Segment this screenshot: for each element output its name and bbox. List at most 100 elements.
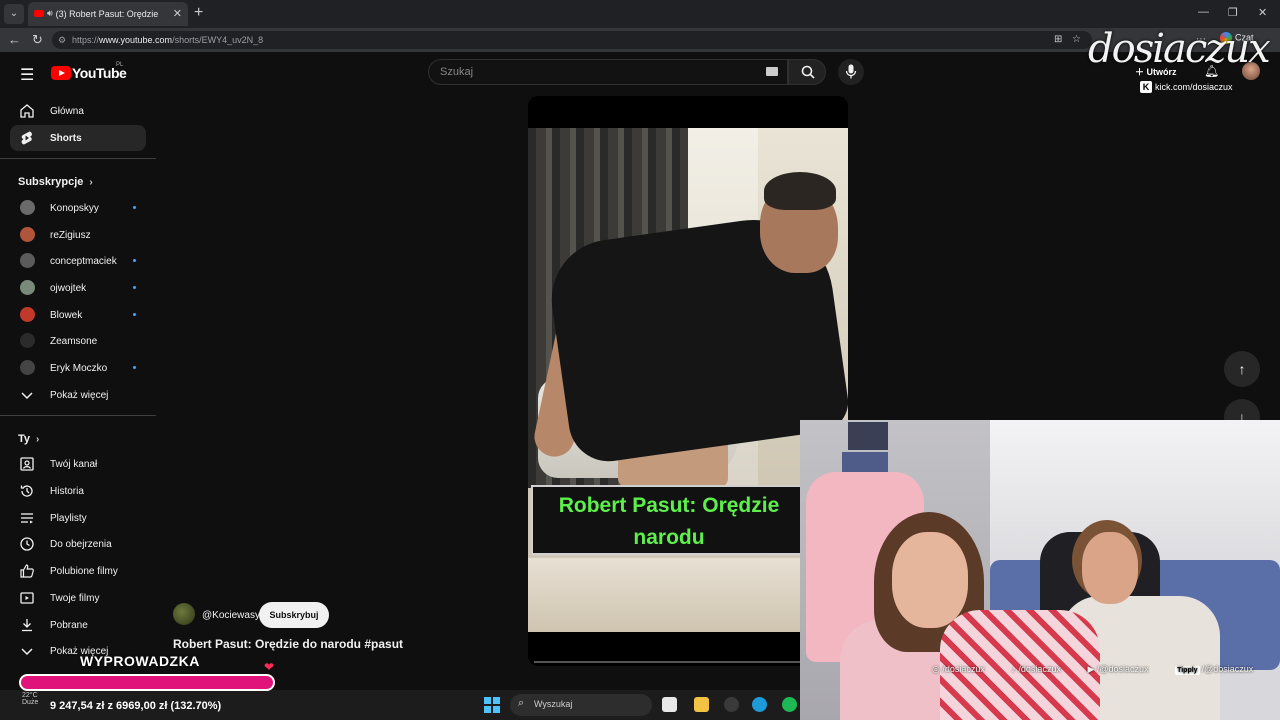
tipply-badge: Tipply <box>1175 666 1200 675</box>
video-title[interactable]: Robert Pasut: Orędzie do narodu #pasut <box>173 637 403 651</box>
close-window-icon[interactable]: ✕ <box>1258 6 1267 19</box>
youtube-favicon-icon <box>34 10 44 18</box>
kick-icon: K <box>1140 81 1152 93</box>
channel-name[interactable]: @Kociewasy <box>202 610 260 621</box>
video-person-hair <box>764 172 836 210</box>
app-icon[interactable] <box>724 697 739 712</box>
sidebar-item-subscription[interactable]: Eryk Moczko <box>10 355 146 381</box>
sidebar-item-your-channel[interactable]: Twój kanał <box>10 451 146 477</box>
tab-title: (3) Robert Pasut: Orędzie do narodu #pas… <box>55 8 160 19</box>
url-field[interactable]: ⚙ https://www.youtube.com/shorts/EWY4_uv… <box>52 31 1092 49</box>
playlists-icon <box>21 513 33 524</box>
sidebar-item-label: Blowek <box>50 310 83 321</box>
caption-line-2: narodu <box>633 526 705 549</box>
sidebar-item-label: reZigiusz <box>50 230 91 241</box>
voice-search-button[interactable] <box>838 59 864 85</box>
subscriptions-header[interactable]: Subskrypcje › <box>18 176 93 188</box>
maximize-icon[interactable]: ❐ <box>1228 6 1238 19</box>
task-view-icon[interactable] <box>662 697 677 712</box>
goal-amount: 9 247,54 zł z 6969,00 zł (132.70%) <box>50 700 222 712</box>
sidebar-item-label: Główna <box>50 106 84 117</box>
site-info-icon[interactable]: ⚙ <box>58 35 66 46</box>
sidebar-item-subscription[interactable]: conceptmaciek <box>10 248 146 274</box>
caption-line-1: Robert Pasut: Orędzie <box>558 494 780 517</box>
tipply-handle: Tipply/@dosiaczux <box>1175 664 1254 675</box>
install-app-icon[interactable]: ⊞ <box>1054 34 1062 45</box>
you-header[interactable]: Ty › <box>18 433 39 445</box>
sidebar-item-home[interactable]: Główna <box>10 98 146 124</box>
subscriptions-header-label: Subskrypcje <box>18 176 84 188</box>
sidebar-item-subscription[interactable]: ojwojtek <box>10 275 146 301</box>
browser-tab[interactable]: 🔊︎(3) Robert Pasut: Orędzie do narodu #p… <box>28 2 188 26</box>
search-icon <box>801 65 815 79</box>
your-videos-icon <box>20 592 34 604</box>
webcam-poster <box>842 452 888 474</box>
new-tab-button[interactable]: + <box>194 4 203 22</box>
webcam-person-1-face <box>892 532 968 628</box>
video-progress-bar[interactable] <box>534 661 800 663</box>
sidebar-item-playlists[interactable]: Playlisty <box>10 505 146 531</box>
youtube-logo[interactable]: YouTube PL <box>51 62 131 82</box>
sidebar-item-history[interactable]: Historia <box>10 478 146 504</box>
menu-hamburger-icon[interactable]: ☰ <box>20 65 34 85</box>
close-tab-icon[interactable]: ✕ <box>173 7 182 20</box>
weather-temp: 22°C <box>22 692 38 699</box>
microphone-icon <box>845 64 857 79</box>
windows-start-icon[interactable] <box>484 697 500 713</box>
weather-widget[interactable]: 22°C Duże <box>22 692 38 706</box>
sidebar-item-label: Zeamsone <box>50 336 98 347</box>
channel-avatar <box>20 307 35 322</box>
speaker-icon[interactable]: 🔊︎ <box>47 8 53 19</box>
sidebar-item-your-videos[interactable]: Twoje filmy <box>10 585 146 611</box>
sidebar-item-label: Twoje filmy <box>50 593 100 604</box>
new-content-dot <box>133 286 136 289</box>
webcam-overlay <box>800 420 1280 720</box>
sidebar: Główna Shorts Subskrypcje › Konopskyy reZ… <box>0 96 156 657</box>
previous-short-button[interactable]: ↑ <box>1224 351 1260 387</box>
sidebar-item-subscription[interactable]: Zeamsone <box>10 328 146 354</box>
sidebar-item-label: ojwojtek <box>50 283 87 294</box>
url-host: www.youtube.com <box>99 35 173 45</box>
sidebar-item-subscription[interactable]: Konopskyy <box>10 195 146 221</box>
subscribe-button[interactable]: Subskrybuj <box>259 602 329 628</box>
new-content-dot <box>133 313 136 316</box>
new-content-dot <box>133 206 136 209</box>
reload-icon[interactable]: ↻ <box>32 32 43 48</box>
tab-search-button[interactable]: ⌄ <box>4 4 24 24</box>
screen: ⌄ 🔊︎(3) Robert Pasut: Orędzie do narodu … <box>0 0 1280 720</box>
sidebar-item-liked-videos[interactable]: Polubione filmy <box>10 558 146 584</box>
keyboard-icon[interactable] <box>766 67 778 76</box>
browser-tab-bar: ⌄ 🔊︎(3) Robert Pasut: Orędzie do narodu … <box>0 0 1280 28</box>
channel-avatar <box>20 200 35 215</box>
social-handles: ◎ /dosiaczux ♪ /dosiaczux ▶ /@dosiaczux … <box>932 664 1277 675</box>
sidebar-item-label: Polubione filmy <box>50 566 118 577</box>
sidebar-item-subscription[interactable]: Blowek <box>10 302 146 328</box>
file-explorer-icon[interactable] <box>694 697 709 712</box>
heart-icon: ❤ <box>264 660 275 674</box>
back-icon[interactable]: ← <box>8 32 21 47</box>
sidebar-item-shorts[interactable]: Shorts <box>10 125 146 151</box>
sidebar-item-show-more[interactable]: Pokaż więcej <box>10 382 146 408</box>
url-prefix: https:// <box>72 35 100 45</box>
channel-avatar <box>20 227 35 242</box>
chevron-right-icon: › <box>89 177 93 188</box>
taskbar-search-input[interactable]: ⌕ Wyszukaj <box>510 694 652 716</box>
bookmark-star-icon[interactable]: ☆ <box>1072 34 1081 45</box>
taskbar-search-placeholder: Wyszukaj <box>534 699 573 709</box>
minimize-icon[interactable]: — <box>1198 6 1209 18</box>
search-button[interactable] <box>788 59 826 85</box>
youtube-play-icon <box>51 66 71 80</box>
webcam-poster <box>848 422 888 450</box>
sidebar-item-watch-later[interactable]: Do obejrzenia <box>10 531 146 557</box>
youtube-handle: ▶ /@dosiaczux <box>1087 664 1149 674</box>
thumbs-up-icon <box>20 564 34 578</box>
chevron-right-icon: › <box>36 434 40 445</box>
goal-label: WYPROWADZKA <box>80 653 200 669</box>
search-input[interactable]: Szukaj <box>428 59 788 85</box>
spotify-icon[interactable] <box>782 697 797 712</box>
edge-browser-icon[interactable] <box>752 697 767 712</box>
sidebar-item-subscription[interactable]: reZigiusz <box>10 222 146 248</box>
your-channel-icon <box>20 457 34 471</box>
sidebar-item-downloads[interactable]: Pobrane <box>10 612 146 638</box>
channel-avatar[interactable] <box>173 603 195 625</box>
